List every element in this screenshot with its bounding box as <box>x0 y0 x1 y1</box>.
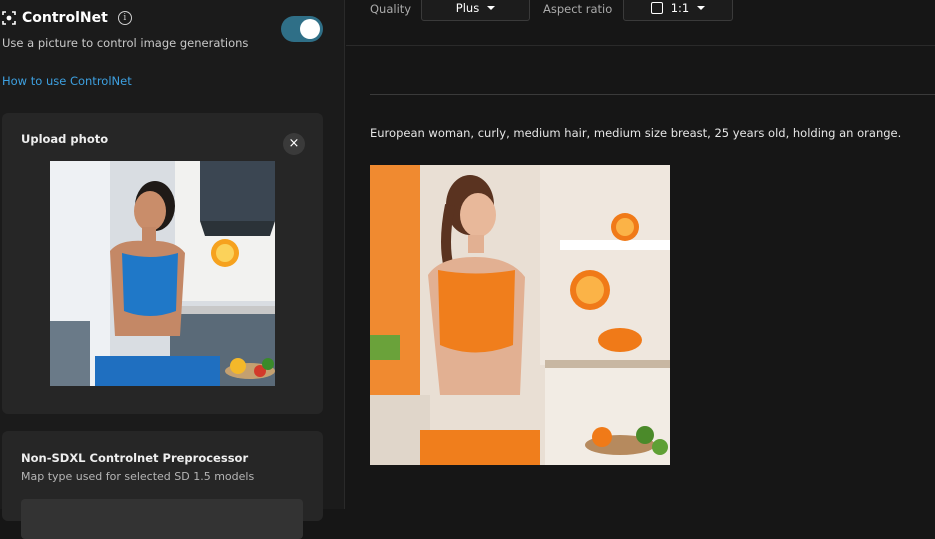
top-toolbar: Quality Plus Aspect ratio 1:1 <box>346 0 935 46</box>
quality-label: Quality <box>370 2 412 16</box>
chevron-down-icon <box>487 5 496 10</box>
generation-prompt: European woman, curly, medium hair, medi… <box>370 126 902 140</box>
info-icon[interactable]: i <box>117 11 132 25</box>
aspect-ratio-label: Aspect ratio <box>543 2 613 16</box>
preprocessor-description: Map type used for selected SD 1.5 models <box>21 470 255 483</box>
quality-dropdown[interactable]: Plus <box>421 0 530 21</box>
how-to-use-controlnet-link[interactable]: How to use ControlNet <box>2 74 132 88</box>
divider <box>370 94 935 95</box>
generated-image[interactable] <box>370 165 670 465</box>
chevron-down-icon <box>697 5 706 10</box>
sidebar: ControlNet i Use a picture to control im… <box>0 0 345 539</box>
remove-photo-button[interactable]: × <box>283 133 305 155</box>
controlnet-description: Use a picture to control image generatio… <box>2 36 249 50</box>
controlnet-icon <box>2 11 16 25</box>
quality-value: Plus <box>455 0 480 15</box>
controlnet-header: ControlNet i <box>2 10 132 26</box>
aspect-ratio-value: 1:1 <box>670 0 690 15</box>
preprocessor-select[interactable] <box>21 499 303 539</box>
square-icon <box>650 1 663 14</box>
upload-photo-card: Upload photo × <box>2 113 323 414</box>
upload-photo-title: Upload photo <box>21 132 109 146</box>
preprocessor-card: Non-SDXL Controlnet Preprocessor Map typ… <box>2 431 323 539</box>
controlnet-title: ControlNet <box>22 10 108 26</box>
uploaded-photo <box>50 161 275 386</box>
aspect-ratio-dropdown[interactable]: 1:1 <box>623 0 733 21</box>
preprocessor-title: Non-SDXL Controlnet Preprocessor <box>21 451 249 465</box>
toggle-knob <box>300 19 320 39</box>
controlnet-toggle[interactable] <box>281 16 323 42</box>
